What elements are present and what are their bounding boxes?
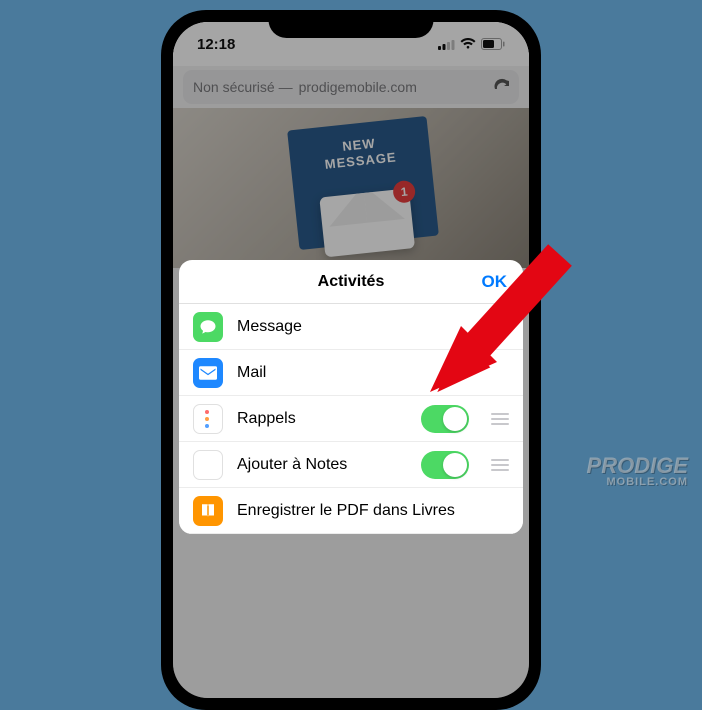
watermark-brand: PRODIGE <box>587 453 688 478</box>
ok-button[interactable]: OK <box>482 272 508 292</box>
row-mail[interactable]: Mail <box>179 350 523 396</box>
toggle-notes[interactable] <box>421 451 469 479</box>
row-label: Ajouter à Notes <box>237 456 407 474</box>
screen: 12:18 Non sécurisé — prodigemobile.com N… <box>173 22 529 698</box>
row-label: Message <box>237 318 509 336</box>
row-label: Mail <box>237 364 509 382</box>
books-icon <box>193 496 223 526</box>
sheet-title: Activités <box>318 273 385 291</box>
drag-handle[interactable] <box>491 413 509 425</box>
row-message[interactable]: Message <box>179 304 523 350</box>
row-notes[interactable]: Ajouter à Notes <box>179 442 523 488</box>
watermark-sub: MOBILE.COM <box>587 477 688 488</box>
row-reminders[interactable]: Rappels <box>179 396 523 442</box>
activities-sheet: Activités OK Message Mail <box>179 260 523 534</box>
message-icon <box>193 312 223 342</box>
mail-icon <box>193 358 223 388</box>
reminders-icon <box>193 404 223 434</box>
row-books[interactable]: Enregistrer le PDF dans Livres <box>179 488 523 534</box>
notes-icon <box>193 450 223 480</box>
sheet-header: Activités OK <box>179 260 523 304</box>
phone-frame: 12:18 Non sécurisé — prodigemobile.com N… <box>161 10 541 710</box>
row-label: Enregistrer le PDF dans Livres <box>237 502 509 520</box>
drag-handle[interactable] <box>491 459 509 471</box>
watermark: PRODIGE MOBILE.COM <box>587 455 688 488</box>
row-label: Rappels <box>237 410 407 428</box>
toggle-reminders[interactable] <box>421 405 469 433</box>
notch <box>269 10 434 38</box>
